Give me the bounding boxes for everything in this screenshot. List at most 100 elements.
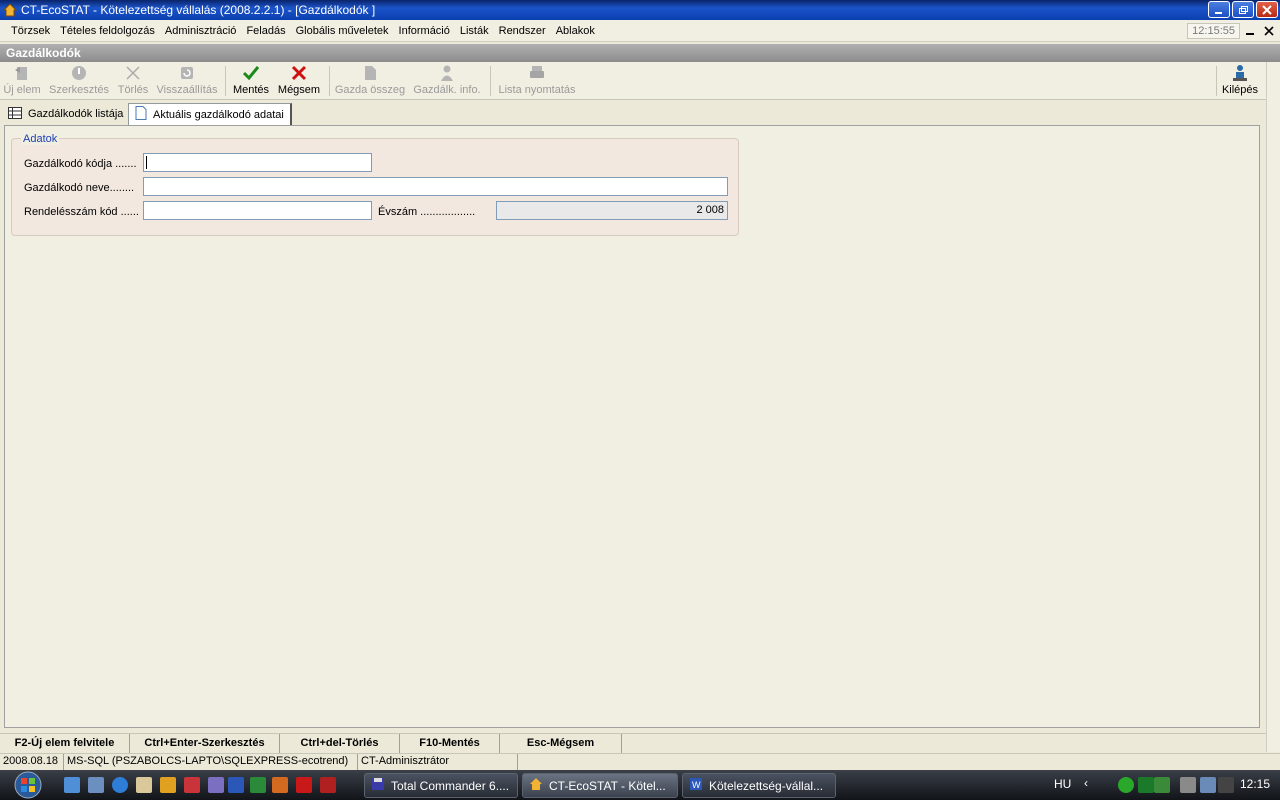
language-indicator[interactable]: HU [1054, 777, 1071, 791]
minimize-button[interactable] [1208, 1, 1230, 18]
farmer-info-button[interactable]: Gazdálk. info. [410, 62, 484, 100]
menu-ablakok[interactable]: Ablakok [551, 25, 600, 37]
shortcut-new: F2-Új elem felvitele [0, 734, 130, 753]
edit-button[interactable]: Szerkesztés [48, 62, 110, 100]
tab-farmers-list[interactable]: Gazdálkodók listája [2, 103, 129, 125]
grid-icon [8, 106, 22, 122]
farmer-name-field[interactable] [143, 177, 728, 196]
toolbar-separator [490, 66, 491, 96]
new-item-button[interactable]: Új elem [2, 62, 42, 100]
exit-button[interactable]: Kilépés [1220, 62, 1260, 100]
year-label: Évszám .................. [378, 206, 476, 218]
person-icon [438, 62, 456, 84]
toolbar: Új elem Szerkesztés Törlés Visszaállítás… [0, 62, 1266, 100]
form-content: Adatok Gazdálkodó kódja ....... Gazdálko… [4, 125, 1260, 728]
data-groupbox: Adatok Gazdálkodó kódja ....... Gazdálko… [11, 133, 739, 236]
year-field: 2 008 [496, 201, 728, 220]
status-bar: 2008.08.18 MS-SQL (PSZABOLCS-LAPTO\SQLEX… [0, 753, 1280, 770]
order-number-label: Rendelésszám kód ...... [24, 206, 139, 218]
shortcut-bar: F2-Új elem felvitele Ctrl+Enter-Szerkesz… [0, 733, 1266, 753]
shortcut-save: F10-Mentés [400, 734, 500, 753]
farmer-name-label: Gazdálkodó neve........ [24, 182, 135, 194]
menu-listak[interactable]: Listák [455, 25, 494, 37]
menu-adminisztracio[interactable]: Adminisztráció [160, 25, 242, 37]
shortcut-cancel: Esc-Mégsem [500, 734, 622, 753]
menubar: Törzsek Tételes feldolgozás Adminisztrác… [0, 20, 1280, 42]
task-total-commander[interactable]: Total Commander 6.... [364, 773, 518, 798]
tab-current-farmer[interactable]: Aktuális gazdálkodó adatai [128, 103, 292, 125]
shortcut-delete: Ctrl+del-Törlés [280, 734, 400, 753]
menu-globalis-muveletek[interactable]: Globális műveletek [291, 25, 394, 37]
tray-device-icon[interactable] [1200, 777, 1216, 793]
quicklaunch-tool-icon[interactable] [320, 777, 336, 793]
farmer-code-label: Gazdálkodó kódja ....... [24, 158, 137, 170]
close-button[interactable] [1256, 1, 1278, 18]
task-ct-ecostat[interactable]: CT-EcoSTAT - Kötel... [522, 773, 678, 798]
start-button[interactable] [8, 770, 48, 800]
order-number-field[interactable] [143, 201, 372, 220]
task-word-document[interactable]: W Kötelezettség-vállal... [682, 773, 836, 798]
toolbar-separator [1216, 66, 1217, 96]
quicklaunch-app-icon[interactable] [184, 777, 200, 793]
new-item-icon [13, 62, 31, 84]
clock: 12:15:55 [1187, 23, 1240, 39]
tray-clock: 12:15 [1240, 777, 1271, 791]
windows-logo-icon [14, 771, 42, 799]
exit-door-icon [1231, 62, 1249, 84]
status-user: CT-Adminisztrátor [358, 754, 518, 770]
svg-text:W: W [692, 780, 701, 790]
app-house-icon [529, 777, 543, 794]
status-database: MS-SQL (PSZABOLCS-LAPTO\SQLEXPRESS-ecotr… [64, 754, 358, 770]
mdi-minimize-button[interactable] [1242, 23, 1258, 39]
status-date: 2008.08.18 [0, 754, 64, 770]
tray-antivirus-icon[interactable] [1154, 777, 1170, 793]
delete-button[interactable]: Törlés [114, 62, 152, 100]
restore-item-button[interactable]: Visszaállítás [156, 62, 218, 100]
shortcut-edit: Ctrl+Enter-Szerkesztés [130, 734, 280, 753]
app-house-icon [2, 3, 18, 17]
farmer-total-button[interactable]: Gazda összeg [334, 62, 406, 100]
floppy-icon [371, 777, 385, 794]
text-caret [146, 156, 147, 169]
toolbar-separator [225, 66, 226, 96]
word-icon: W [689, 777, 703, 794]
quicklaunch-folder-icon[interactable] [136, 777, 152, 793]
tab-strip: Gazdálkodók listája Aktuális gazdálkodó … [0, 101, 1266, 125]
quicklaunch-media-icon[interactable] [160, 777, 176, 793]
volume-icon[interactable] [1218, 777, 1234, 793]
quicklaunch-word-icon[interactable] [228, 777, 244, 793]
menu-feladas[interactable]: Feladás [241, 25, 290, 37]
printer-icon [528, 62, 546, 84]
checkmark-icon [242, 62, 260, 84]
save-button[interactable]: Mentés [230, 62, 272, 100]
right-edge-panel [1266, 62, 1280, 752]
quicklaunch-desktop-icon[interactable] [64, 777, 80, 793]
quicklaunch-window-icon[interactable] [88, 777, 104, 793]
mdi-close-button[interactable] [1261, 23, 1277, 39]
delete-x-icon [124, 62, 142, 84]
toolbar-separator [329, 66, 330, 96]
group-title: Adatok [21, 133, 60, 145]
quicklaunch-ie-icon[interactable] [112, 777, 128, 793]
quicklaunch-pdf-icon[interactable] [296, 777, 312, 793]
cancel-button[interactable]: Mégsem [276, 62, 322, 100]
tray-icon-2[interactable] [1138, 777, 1154, 793]
tray-expand-icon[interactable]: ‹ [1084, 776, 1088, 790]
farmer-code-field[interactable] [143, 153, 372, 172]
menu-teteles-feldolgozas[interactable]: Tételes feldolgozás [55, 25, 160, 37]
window-title: CT-EcoSTAT - Kötelezettség vállalás (200… [21, 3, 376, 17]
window-titlebar: CT-EcoSTAT - Kötelezettség vállalás (200… [0, 0, 1280, 20]
edit-icon [70, 62, 88, 84]
document-icon [361, 62, 379, 84]
menu-rendszer[interactable]: Rendszer [494, 25, 551, 37]
quicklaunch-outlook-icon[interactable] [272, 777, 288, 793]
tray-network-icon[interactable] [1180, 777, 1196, 793]
print-list-button[interactable]: Lista nyomtatás [496, 62, 578, 100]
taskbar: Total Commander 6.... CT-EcoSTAT - Kötel… [0, 770, 1280, 800]
restore-button[interactable] [1232, 1, 1254, 18]
quicklaunch-notepad-icon[interactable] [208, 777, 224, 793]
quicklaunch-excel-icon[interactable] [250, 777, 266, 793]
menu-torzsek[interactable]: Törzsek [6, 25, 55, 37]
menu-informacio[interactable]: Információ [394, 25, 455, 37]
tray-icon-1[interactable] [1118, 777, 1134, 793]
